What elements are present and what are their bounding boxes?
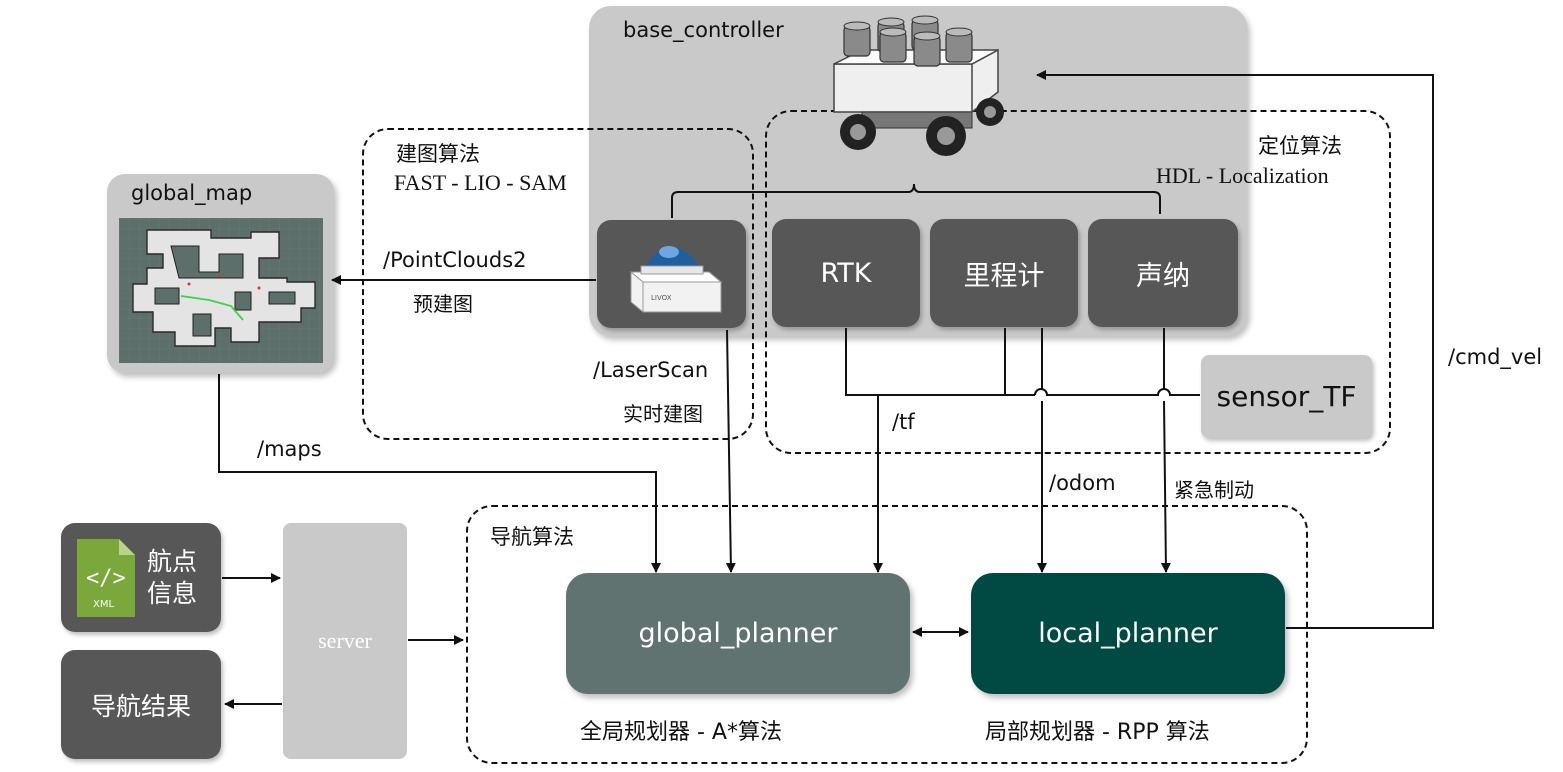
connector-lines — [218, 70, 1434, 709]
